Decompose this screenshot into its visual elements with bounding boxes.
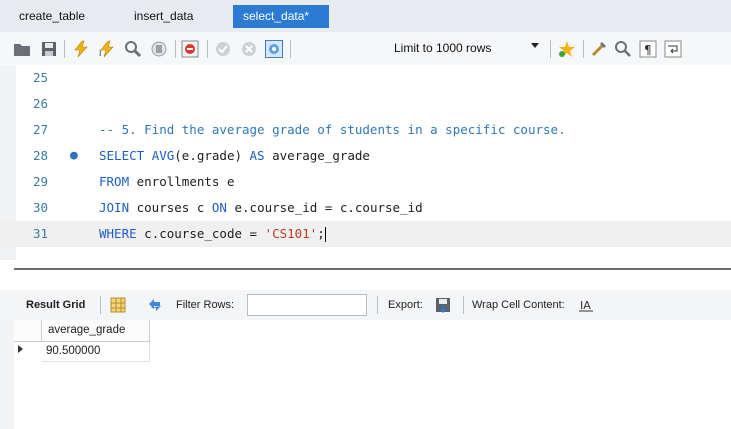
explain-icon[interactable] xyxy=(124,40,142,58)
wrap-cell-content-label: Wrap Cell Content: xyxy=(472,299,565,311)
sql-keyword: ON xyxy=(211,200,227,215)
line-number: 28 xyxy=(33,148,49,163)
execute-icon[interactable] xyxy=(72,40,90,58)
sql-editor[interactable]: 25 26 27 -- 5. Find the average grade of… xyxy=(0,65,731,260)
sql-keyword: AVG xyxy=(151,148,175,163)
sql-toolbar: I Limit to 1000 rows ¶ xyxy=(0,32,731,65)
toolbar-separator xyxy=(207,40,208,58)
toolbar-separator xyxy=(377,296,378,314)
tab-insert-data[interactable]: insert_data xyxy=(124,5,203,28)
toolbar-separator xyxy=(290,40,291,58)
sql-string: 'CS101' xyxy=(264,226,318,241)
line-number: 29 xyxy=(33,174,49,189)
tab-label: create_table xyxy=(19,9,86,23)
filter-rows-input[interactable] xyxy=(247,294,367,316)
code-line: 27 -- 5. Find the average grade of stude… xyxy=(0,117,731,143)
favorite-icon[interactable] xyxy=(558,40,576,58)
tab-create-table[interactable]: create_table xyxy=(9,5,95,28)
execute-current-icon[interactable]: I xyxy=(98,40,116,58)
sql-keyword: AS xyxy=(249,148,265,163)
statement-marker-icon: ● xyxy=(70,148,78,163)
code-line: 25 xyxy=(0,65,731,91)
text-caret xyxy=(324,227,326,242)
commit-icon[interactable] xyxy=(214,40,232,58)
svg-text:I: I xyxy=(99,49,101,58)
code-text: JOIN courses c ON e.course_id = c.course… xyxy=(99,195,423,221)
panel-splitter[interactable] xyxy=(0,260,731,290)
stop-icon[interactable] xyxy=(150,40,168,58)
line-number: 31 xyxy=(33,226,49,241)
chevron-down-icon[interactable] xyxy=(531,43,539,48)
line-number: 27 xyxy=(33,122,49,137)
code-text: -- 5. Find the average grade of students… xyxy=(99,117,566,143)
open-folder-icon[interactable] xyxy=(13,40,31,58)
wrap-cell-icon[interactable]: IA xyxy=(577,296,595,314)
invisible-chars-icon[interactable]: ¶ xyxy=(639,40,657,58)
sql-text: c.course_code = xyxy=(136,226,265,241)
code-text: SELECT AVG(e.grade) AS average_grade xyxy=(99,143,370,169)
sql-keyword: JOIN xyxy=(99,200,130,215)
code-text: FROM enrollments e xyxy=(99,169,234,195)
sql-keyword: FROM xyxy=(99,174,130,189)
wrap-icon[interactable] xyxy=(664,40,682,58)
toolbar-separator xyxy=(64,40,65,58)
code-line: 28 ● SELECT AVG(e.grade) AS average_grad… xyxy=(0,143,731,169)
line-number: 26 xyxy=(33,96,49,111)
toolbar-separator xyxy=(175,40,176,58)
tab-label: select_data* xyxy=(243,9,310,23)
code-line: 30 JOIN courses c ON e.course_id = c.cou… xyxy=(0,195,731,221)
column-header[interactable]: average_grade xyxy=(42,320,150,342)
toolbar-separator xyxy=(583,40,584,58)
refresh-icon[interactable] xyxy=(146,296,164,314)
current-row-icon xyxy=(18,345,23,353)
sql-keyword: SELECT xyxy=(99,148,145,163)
save-icon[interactable] xyxy=(40,40,58,58)
result-grid-tab[interactable]: Result Grid xyxy=(26,299,85,311)
code-text: WHERE c.course_code = 'CS101'; xyxy=(99,221,326,247)
svg-text:IA: IA xyxy=(580,299,591,312)
export-icon[interactable] xyxy=(434,296,452,314)
code-line-current: 31 WHERE c.course_code = 'CS101'; xyxy=(0,221,731,247)
grid-corner xyxy=(14,320,42,342)
sql-text: e.course_id = c.course_id xyxy=(226,200,423,215)
toggle-error-icon[interactable] xyxy=(181,40,199,58)
result-grid[interactable]: average_grade 90.500000 xyxy=(0,320,731,429)
beautify-icon[interactable] xyxy=(590,40,608,58)
line-number: 30 xyxy=(33,200,49,215)
result-toolbar: Result Grid Filter Rows: Export: Wrap Ce… xyxy=(0,290,731,320)
code-line: 26 xyxy=(0,91,731,117)
sql-comment: -- 5. Find the average grade of students… xyxy=(99,122,566,137)
tab-label: insert_data xyxy=(134,9,194,23)
export-label: Export: xyxy=(388,299,423,311)
limit-rows-select[interactable]: Limit to 1000 rows xyxy=(394,41,491,55)
find-icon[interactable] xyxy=(614,40,632,58)
grid-view-icon[interactable] xyxy=(109,296,127,314)
svg-text:¶: ¶ xyxy=(644,43,652,57)
autocommit-icon[interactable] xyxy=(265,40,283,58)
sql-keyword: WHERE xyxy=(99,226,137,241)
tab-select-data[interactable]: select_data*✕ xyxy=(233,5,329,46)
splitter-handle[interactable] xyxy=(14,268,731,270)
sql-text: ; xyxy=(317,226,325,241)
sql-text: enrollments e xyxy=(129,174,235,189)
toolbar-separator xyxy=(550,40,551,58)
sql-text: (e.grade) xyxy=(174,148,250,163)
toolbar-separator xyxy=(100,296,101,314)
sql-text: average_grade xyxy=(264,148,370,163)
sql-text: courses c xyxy=(129,200,212,215)
grid-cell[interactable]: 90.500000 xyxy=(42,342,150,362)
filter-rows-label: Filter Rows: xyxy=(176,299,235,311)
grid-row-header-strip xyxy=(0,320,14,429)
toolbar-separator xyxy=(463,296,464,314)
rollback-icon[interactable] xyxy=(240,40,258,58)
line-number: 25 xyxy=(33,70,49,85)
code-line: 29 FROM enrollments e xyxy=(0,169,731,195)
editor-tab-bar: create_table insert_data select_data*✕ xyxy=(0,0,731,46)
